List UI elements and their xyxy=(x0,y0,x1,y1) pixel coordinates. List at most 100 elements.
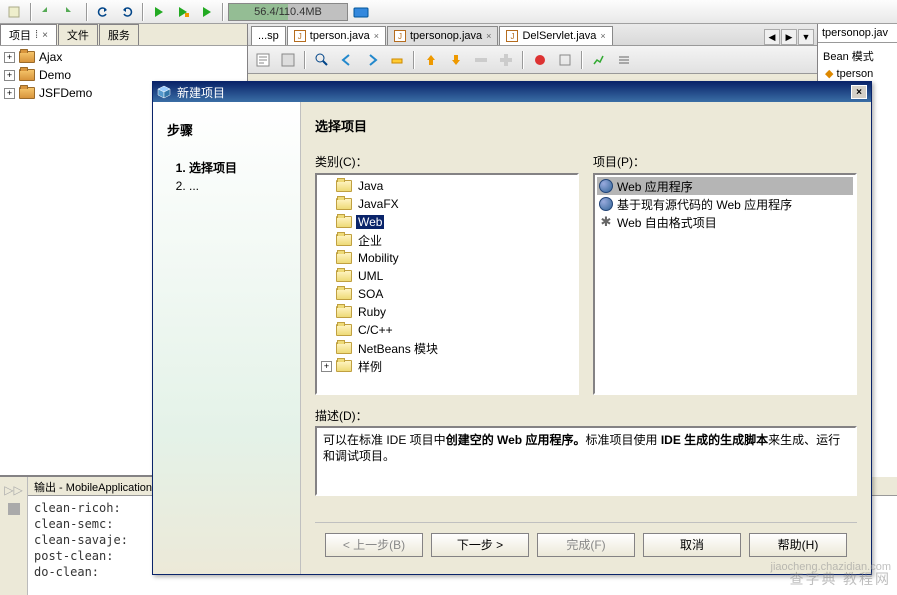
category-item[interactable]: UML xyxy=(319,267,575,285)
panel-min-icon[interactable]: ⁞ xyxy=(35,29,38,41)
category-item[interactable]: Mobility xyxy=(319,249,575,267)
folder-icon xyxy=(336,270,352,282)
expand-icon[interactable] xyxy=(495,49,517,71)
close-icon[interactable]: × xyxy=(42,30,48,41)
zoom-in-icon[interactable] xyxy=(311,49,333,71)
close-icon[interactable]: × xyxy=(600,31,605,41)
close-icon[interactable]: × xyxy=(374,31,379,41)
tab-services[interactable]: 服务 xyxy=(99,24,139,45)
cancel-button[interactable]: 取消 xyxy=(643,533,741,557)
folder-icon xyxy=(336,216,352,228)
memory-text: 56.4/110.4MB xyxy=(254,6,322,18)
source-view-icon[interactable] xyxy=(252,49,274,71)
memory-indicator[interactable]: 56.4/110.4MB xyxy=(228,3,348,21)
project-node[interactable]: + Ajax xyxy=(2,48,245,66)
category-item[interactable]: C/C++ xyxy=(319,321,575,339)
folder-icon xyxy=(336,198,352,210)
editor-tab[interactable]: ...sp xyxy=(251,26,286,45)
toolbar-undo-icon[interactable] xyxy=(92,2,114,22)
dialog-title: 新建项目 xyxy=(177,84,225,101)
folder-icon xyxy=(336,306,352,318)
right-tab[interactable]: tpersonop.jav xyxy=(818,24,897,43)
category-item[interactable]: 企业 xyxy=(319,231,575,249)
select-project-heading: 选择项目 xyxy=(315,116,857,135)
project-icon xyxy=(19,69,35,81)
toolbar-icon[interactable] xyxy=(554,49,576,71)
tab-label: 项目 xyxy=(9,27,31,43)
stop-record-icon[interactable] xyxy=(529,49,551,71)
editor-tab[interactable]: JDelServlet.java× xyxy=(499,26,612,45)
editor-tab[interactable]: Jtpersonop.java× xyxy=(387,26,498,45)
category-item[interactable]: NetBeans 模块 xyxy=(319,339,575,357)
expand-icon[interactable]: + xyxy=(4,88,15,99)
editor-toolbar xyxy=(248,46,817,74)
description-box: 可以在标准 IDE 项目中创建空的 Web 应用程序。标准项目使用 IDE 生成… xyxy=(315,426,857,496)
history-icon[interactable] xyxy=(277,49,299,71)
project-label: Ajax xyxy=(39,50,62,64)
expand-icon[interactable]: + xyxy=(321,361,332,372)
toolbar-icon[interactable] xyxy=(60,2,82,22)
project-label: JSFDemo xyxy=(39,86,92,100)
finish-button[interactable]: 完成(F) xyxy=(537,533,635,557)
category-item[interactable]: Web xyxy=(319,213,575,231)
run-output-icon[interactable]: ▷▷ xyxy=(4,483,22,497)
tab-label: 文件 xyxy=(67,27,89,43)
bean-mode-label: Bean 模式 xyxy=(821,46,894,66)
help-button[interactable]: 帮助(H) xyxy=(749,533,847,557)
globe-icon xyxy=(599,197,613,211)
profile-icon[interactable] xyxy=(588,49,610,71)
tab-label: tperson.java xyxy=(310,30,370,42)
collapse-icon[interactable] xyxy=(470,49,492,71)
categories-list[interactable]: Java JavaFX Web 企业 Mobility UML SOA Ruby… xyxy=(315,173,579,395)
close-icon[interactable]: × xyxy=(486,31,491,41)
step-item: 选择项目 xyxy=(189,159,286,176)
project-template-item[interactable]: 基于现有源代码的 Web 应用程序 xyxy=(597,195,853,213)
expand-icon[interactable]: + xyxy=(4,52,15,63)
tab-projects[interactable]: 项目 ⁞ × xyxy=(0,24,57,45)
tab-next-icon[interactable]: ▶ xyxy=(781,29,797,45)
shift-down-icon[interactable] xyxy=(445,49,467,71)
project-label: Demo xyxy=(39,68,71,82)
project-template-item[interactable]: Web 应用程序 xyxy=(597,177,853,195)
lines-icon[interactable] xyxy=(613,49,635,71)
run-icon[interactable] xyxy=(148,2,170,22)
tab-files[interactable]: 文件 xyxy=(58,24,98,45)
category-item[interactable]: +样例 xyxy=(319,357,575,375)
main-toolbar: 56.4/110.4MB xyxy=(0,0,897,24)
toolbar-icon[interactable] xyxy=(4,2,26,22)
close-icon[interactable]: × xyxy=(851,85,867,99)
steps-heading: 步骤 xyxy=(167,120,286,139)
category-item[interactable]: Java xyxy=(319,177,575,195)
step-item: ... xyxy=(189,179,286,193)
toolbar-icon[interactable] xyxy=(196,2,218,22)
editor-tab[interactable]: Jtperson.java× xyxy=(287,26,386,45)
toolbar-icon[interactable] xyxy=(350,2,372,22)
toolbar-icon[interactable] xyxy=(36,2,58,22)
toolbar-redo-icon[interactable] xyxy=(116,2,138,22)
tab-prev-icon[interactable]: ◀ xyxy=(764,29,780,45)
expand-icon[interactable]: + xyxy=(4,70,15,81)
dialog-titlebar[interactable]: 新建项目 × xyxy=(153,82,871,102)
projects-list[interactable]: Web 应用程序 基于现有源代码的 Web 应用程序 ✱Web 自由格式项目 xyxy=(593,173,857,395)
nav-back-icon[interactable] xyxy=(336,49,358,71)
shift-up-icon[interactable] xyxy=(420,49,442,71)
back-button[interactable]: < 上一步(B) xyxy=(325,533,423,557)
next-button[interactable]: 下一步 > xyxy=(431,533,529,557)
debug-icon[interactable] xyxy=(172,2,194,22)
folder-icon xyxy=(336,252,352,264)
project-template-item[interactable]: ✱Web 自由格式项目 xyxy=(597,213,853,231)
category-item[interactable]: SOA xyxy=(319,285,575,303)
category-item[interactable]: Ruby xyxy=(319,303,575,321)
dialog-main: 选择项目 类别(C)： Java JavaFX Web 企业 Mobility … xyxy=(301,102,871,574)
projects-label: 项目(P)： xyxy=(593,153,857,170)
nav-fwd-icon[interactable] xyxy=(361,49,383,71)
folder-icon xyxy=(336,324,352,336)
dialog-buttons: < 上一步(B) 下一步 > 完成(F) 取消 帮助(H) xyxy=(315,522,857,566)
nav-item[interactable]: ◆ tperson xyxy=(821,66,894,81)
bookmark-icon[interactable] xyxy=(386,49,408,71)
stop-output-icon[interactable] xyxy=(8,503,20,515)
java-icon: J xyxy=(394,30,406,42)
tab-list-icon[interactable]: ▼ xyxy=(798,29,814,45)
category-item[interactable]: JavaFX xyxy=(319,195,575,213)
watermark: 查字典 教程网 xyxy=(790,569,892,589)
